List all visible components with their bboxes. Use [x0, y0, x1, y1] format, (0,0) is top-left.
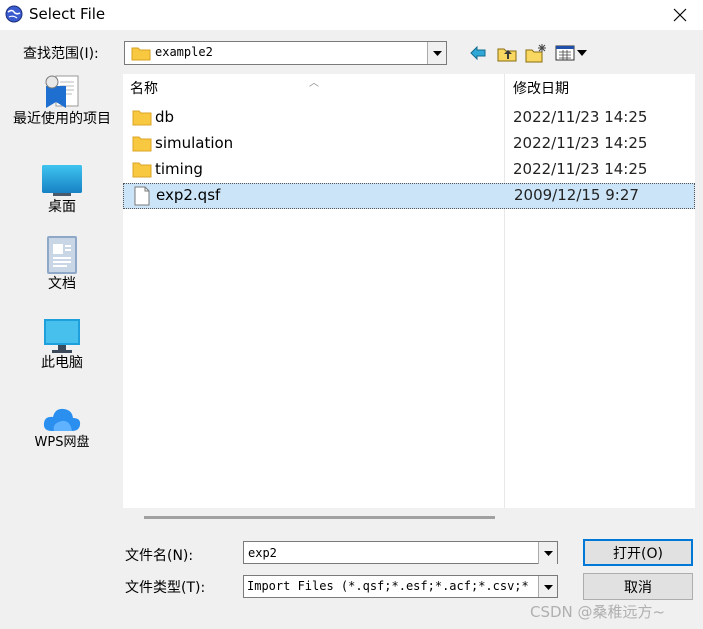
lookin-combo[interactable]: example2 [124, 41, 447, 65]
filename-dropdown-button[interactable] [538, 542, 557, 564]
file-modified: 2022/11/23 14:25 [513, 160, 648, 178]
cloud-drive-icon [43, 408, 81, 431]
places-bar: 最近使用的项目 桌面 文档 此电脑 WPS网盘 [12, 70, 112, 470]
recent-items-icon [45, 75, 79, 108]
back-arrow-icon [470, 46, 486, 60]
open-button[interactable]: 打开(O) [583, 539, 693, 566]
file-row[interactable]: simulation 2022/11/23 14:25 [123, 131, 695, 157]
file-icon [134, 186, 150, 206]
chevron-down-icon [432, 50, 442, 56]
place-documents[interactable]: 文档 [12, 233, 112, 292]
new-folder-button[interactable] [524, 42, 548, 64]
close-icon [673, 8, 687, 22]
folder-icon [132, 110, 152, 126]
folder-icon [132, 136, 152, 152]
file-name: exp2.qsf [156, 186, 221, 204]
folder-icon [132, 162, 152, 178]
place-recent[interactable]: 最近使用的项目 [12, 70, 112, 127]
new-folder-icon [525, 44, 546, 63]
watermark: CSDN @桑稚远方~ [530, 603, 666, 621]
filetype-label: 文件类型(T): [125, 580, 206, 596]
file-row[interactable]: db 2022/11/23 14:25 [123, 105, 695, 131]
window-title: Select File [29, 5, 106, 23]
place-label: 最近使用的项目 [13, 111, 111, 127]
filetype-select[interactable]: Import Files (*.qsf;*.esf;*.acf;*.csv;* [243, 575, 558, 598]
place-label: 此电脑 [41, 355, 83, 371]
filetype-dropdown-button[interactable] [538, 576, 557, 597]
file-list[interactable]: 名称 ︿ 修改日期 db 2022/11/23 14:25 simulation… [123, 74, 695, 508]
close-button[interactable] [657, 0, 703, 30]
file-name: db [155, 108, 175, 126]
chevron-down-icon [543, 584, 553, 590]
back-button[interactable] [467, 42, 489, 64]
place-wps-cloud[interactable]: WPS网盘 [12, 391, 112, 450]
cancel-button[interactable]: 取消 [583, 573, 693, 600]
computer-icon [44, 319, 80, 353]
documents-icon [47, 236, 77, 274]
file-modified: 2022/11/23 14:25 [513, 108, 648, 126]
view-menu-button[interactable] [553, 42, 589, 64]
desktop-icon [42, 165, 82, 196]
filename-label: 文件名(N): [125, 548, 194, 564]
current-folder: example2 [155, 45, 213, 59]
horizontal-scrollbar[interactable] [144, 516, 495, 519]
column-header-name[interactable]: 名称 [130, 74, 158, 104]
view-list-icon [555, 45, 575, 61]
file-modified: 2022/11/23 14:25 [513, 134, 648, 152]
column-header-modified[interactable]: 修改日期 [513, 74, 569, 104]
file-row-selected[interactable]: exp2.qsf 2009/12/15 9:27 [123, 183, 695, 209]
place-computer[interactable]: 此电脑 [12, 312, 112, 371]
place-label: 文档 [48, 276, 76, 292]
place-label: WPS网盘 [34, 435, 90, 450]
lookin-dropdown-button[interactable] [427, 42, 446, 64]
title-bar: Select File [0, 0, 703, 30]
file-row[interactable]: timing 2022/11/23 14:25 [123, 157, 695, 183]
up-folder-icon [497, 48, 517, 62]
up-folder-button[interactable] [496, 42, 518, 64]
app-globe-icon [5, 5, 23, 23]
lookin-label: 查找范围(I): [23, 46, 99, 62]
chevron-down-icon [543, 550, 553, 556]
filetype-value: Import Files (*.qsf;*.esf;*.acf;*.csv;* [247, 579, 529, 593]
place-label: 桌面 [48, 199, 76, 215]
chevron-down-icon [577, 50, 587, 56]
place-desktop[interactable]: 桌面 [12, 156, 112, 215]
file-modified: 2009/12/15 9:27 [514, 186, 639, 204]
file-name: timing [155, 160, 203, 178]
filename-input[interactable] [246, 543, 536, 562]
sort-ascending-icon: ︿ [309, 78, 319, 89]
file-name: simulation [155, 134, 234, 152]
folder-icon [131, 47, 151, 61]
filename-combo[interactable] [243, 541, 558, 564]
